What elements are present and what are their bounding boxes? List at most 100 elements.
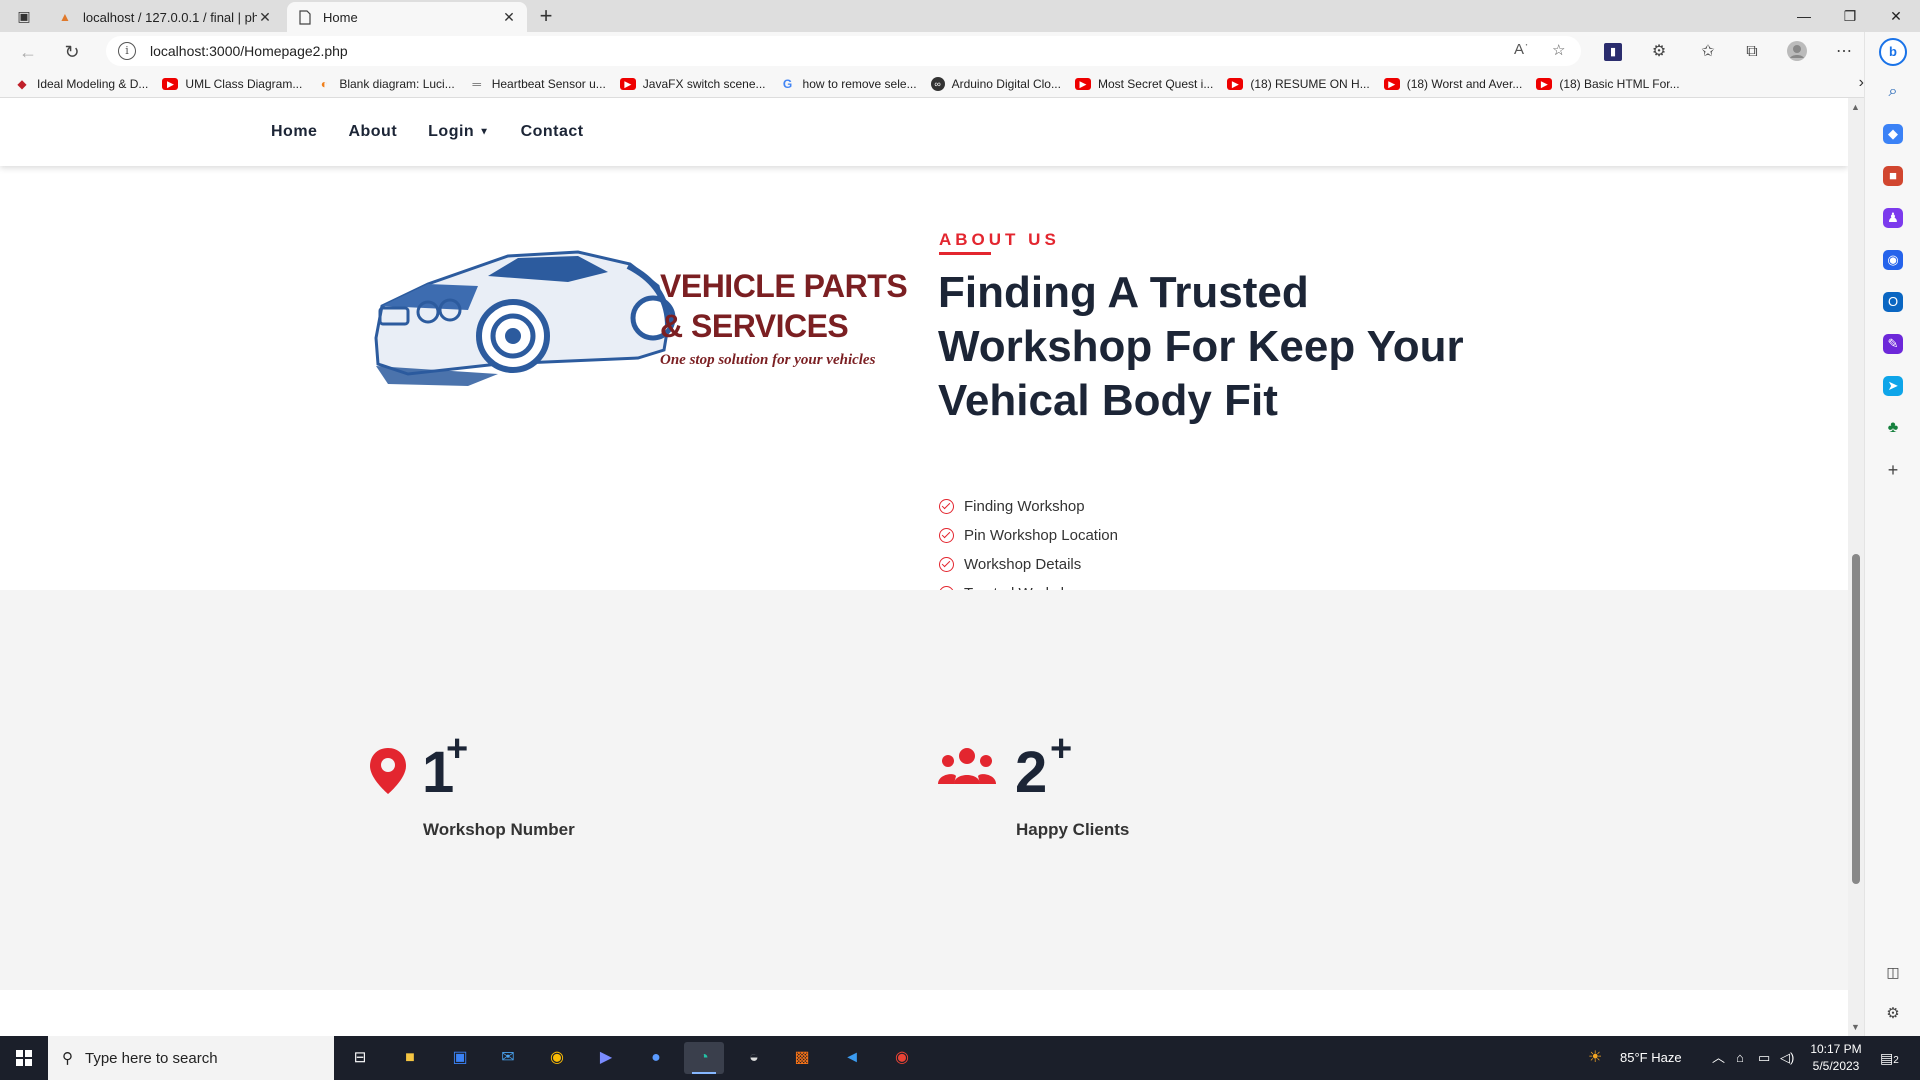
microsoft365-icon[interactable]: ◉ — [1883, 250, 1903, 270]
bookmark-item[interactable]: ▶ (18) Worst and Aver... — [1383, 77, 1522, 91]
store-icon[interactable]: ▣ — [440, 1042, 480, 1074]
refresh-button[interactable]: ↻ — [58, 38, 86, 66]
bookmark-item[interactable]: ▶ JavaFX switch scene... — [619, 77, 766, 91]
about-heading: Finding A Trusted Workshop For Keep Your… — [938, 266, 1498, 428]
favorites-icon[interactable]: ✩ — [1696, 40, 1720, 64]
tab-actions-icon[interactable]: ▣ — [14, 6, 34, 26]
add-icon[interactable]: + — [1883, 460, 1903, 480]
profile-avatar[interactable] — [1785, 40, 1809, 64]
tab-phpmyadmin[interactable]: ▲ localhost / 127.0.0.1 / final | phpMyA… — [47, 2, 283, 32]
address-bar[interactable]: i localhost:3000/Homepage2.php A͘ ☆ — [106, 36, 1581, 66]
arduino-icon: ∞ — [930, 76, 945, 91]
notification-icon[interactable]: ▤2 — [1880, 1036, 1899, 1080]
web-icon: ═ — [472, 76, 481, 91]
back-button[interactable]: ← — [14, 38, 42, 66]
weather-text[interactable]: 85°F Haze — [1620, 1036, 1682, 1080]
start-button[interactable] — [0, 1036, 48, 1080]
check-circle-icon — [939, 499, 954, 514]
tab-home[interactable]: Home ✕ — [287, 2, 527, 32]
volume-icon[interactable]: ◁) — [1780, 1036, 1794, 1080]
bookmark-item[interactable]: ▶ UML Class Diagram... — [162, 77, 302, 91]
nav-about[interactable]: About — [348, 123, 397, 141]
bing-chat-icon[interactable]: b — [1879, 38, 1907, 66]
tools-icon[interactable]: ■ — [1883, 166, 1903, 186]
nav-login-dropdown[interactable]: Login ▼ — [428, 123, 489, 141]
list-item: Pin Workshop Location — [939, 521, 1118, 550]
edge-icon[interactable]: ◔ — [684, 1042, 724, 1074]
sidebar-toggle-icon[interactable]: ◫ — [1883, 962, 1903, 982]
games-icon[interactable]: ♟ — [1883, 208, 1903, 228]
scroll-up-icon[interactable]: ▲ — [1851, 102, 1860, 112]
url-text: localhost:3000/Homepage2.php — [150, 43, 348, 59]
youtube-icon: ▶ — [162, 77, 179, 90]
extension-icon[interactable]: ▮ — [1604, 43, 1622, 61]
weather-icon[interactable]: ☀ — [1588, 1036, 1602, 1080]
collections-icon[interactable]: ⧉ — [1740, 40, 1764, 64]
vscode-icon[interactable]: ◄ — [832, 1042, 872, 1074]
extensions-icon[interactable]: ⚙ — [1647, 40, 1671, 64]
outlook-icon[interactable]: O — [1883, 292, 1903, 312]
chevron-up-icon[interactable]: ︿ — [1712, 1036, 1725, 1080]
bookmark-item[interactable]: ∞ Arduino Digital Clo... — [930, 76, 1061, 91]
edge-sidebar: b ⌕ ◆ ■ ♟ ◉ O ✎ ➤ ♣ + ◫ ⚙ — [1864, 32, 1920, 1036]
more-menu-icon[interactable]: ⋯ — [1832, 40, 1856, 64]
tab-title: Home — [323, 9, 358, 25]
restore-button[interactable]: ❐ — [1827, 2, 1873, 30]
file-explorer-icon[interactable]: ■ — [390, 1042, 430, 1074]
page-scrollbar[interactable]: ▲ ▼ — [1848, 98, 1864, 1036]
nav-home[interactable]: Home — [271, 123, 317, 141]
settings-gear-icon[interactable]: ⚙ — [1883, 1004, 1903, 1024]
read-aloud-icon[interactable]: A͘ — [1514, 41, 1524, 58]
send-icon[interactable]: ➤ — [1883, 376, 1903, 396]
close-tab-icon[interactable]: ✕ — [501, 9, 517, 26]
designer-icon[interactable]: ✎ — [1883, 334, 1903, 354]
minimize-button[interactable]: — — [1781, 2, 1827, 30]
shopping-tag-icon[interactable]: ◆ — [1883, 124, 1903, 144]
task-view-icon[interactable]: ⊟ — [340, 1042, 380, 1074]
browser-tab-bar: ▣ ▲ localhost / 127.0.0.1 / final | phpM… — [0, 0, 1920, 32]
search-icon[interactable]: ⌕ — [1883, 82, 1903, 102]
site-info-icon[interactable]: i — [118, 42, 136, 60]
scroll-down-icon[interactable]: ▼ — [1851, 1022, 1860, 1032]
bookmark-item[interactable]: ◆ Ideal Modeling & D... — [14, 77, 148, 91]
logo-line-2: & SERVICES — [660, 308, 849, 344]
fact-number: 2 — [1015, 740, 1048, 805]
bookmark-item[interactable]: ▶ (18) RESUME ON H... — [1227, 77, 1370, 91]
bing-icon[interactable]: ▶ — [586, 1042, 626, 1074]
bookmark-item[interactable]: Ghow to remove sele... — [780, 77, 917, 91]
chrome-icon[interactable]: ◉ — [537, 1042, 577, 1074]
close-tab-icon[interactable]: ✕ — [257, 9, 273, 26]
list-item: Workshop Details — [939, 550, 1118, 579]
new-tab-button[interactable]: + — [533, 3, 559, 29]
check-circle-icon — [939, 557, 954, 572]
youtube-icon: ▶ — [1074, 77, 1091, 90]
bookmark-item[interactable]: ▶ Most Secret Quest i... — [1074, 77, 1213, 91]
app-icon[interactable]: ◒ — [734, 1042, 774, 1074]
windows-taskbar: ⚲ Type here to search ⊟ ■ ▣ ✉ ◉ ▶ ● ◔ ◒ … — [0, 1036, 1920, 1080]
close-window-button[interactable]: ✕ — [1873, 2, 1919, 30]
bookmark-item[interactable]: ▶ (18) Basic HTML For... — [1536, 77, 1680, 91]
app-icon[interactable]: ● — [636, 1042, 676, 1074]
youtube-icon: ▶ — [619, 77, 636, 90]
section-eyebrow: ABOUT US — [939, 230, 1060, 249]
clock[interactable]: 10:17 PM 5/5/2023 — [1800, 1041, 1872, 1075]
eyebrow-underline — [939, 252, 991, 255]
mail-icon[interactable]: ✉ — [488, 1042, 528, 1074]
heading-line: Workshop For Keep Your — [938, 322, 1464, 371]
tab-title: localhost / 127.0.0.1 / final | phpMyAdm… — [83, 9, 257, 25]
nav-contact[interactable]: Contact — [521, 123, 584, 141]
scrollbar-thumb[interactable] — [1852, 554, 1860, 884]
active-indicator — [692, 1072, 716, 1074]
wifi-icon[interactable]: ▭ — [1758, 1036, 1770, 1080]
taskbar-search[interactable]: ⚲ Type here to search — [48, 1036, 334, 1080]
xampp-icon[interactable]: ▩ — [782, 1042, 822, 1074]
favorite-star-icon[interactable]: ☆ — [1552, 41, 1565, 59]
bookmark-item[interactable]: ═ Heartbeat Sensor u... — [469, 76, 605, 91]
bookmark-item[interactable]: ◐ Blank diagram: Luci... — [316, 77, 455, 91]
youtube-icon: ▶ — [1383, 77, 1400, 90]
google-icon: G — [782, 76, 793, 91]
site-navbar: Home About Login ▼ Contact — [0, 98, 1848, 166]
tree-icon[interactable]: ♣ — [1883, 418, 1903, 438]
network-icon[interactable]: ⌂ — [1736, 1036, 1744, 1080]
chrome-icon[interactable]: ◉ — [882, 1042, 922, 1074]
